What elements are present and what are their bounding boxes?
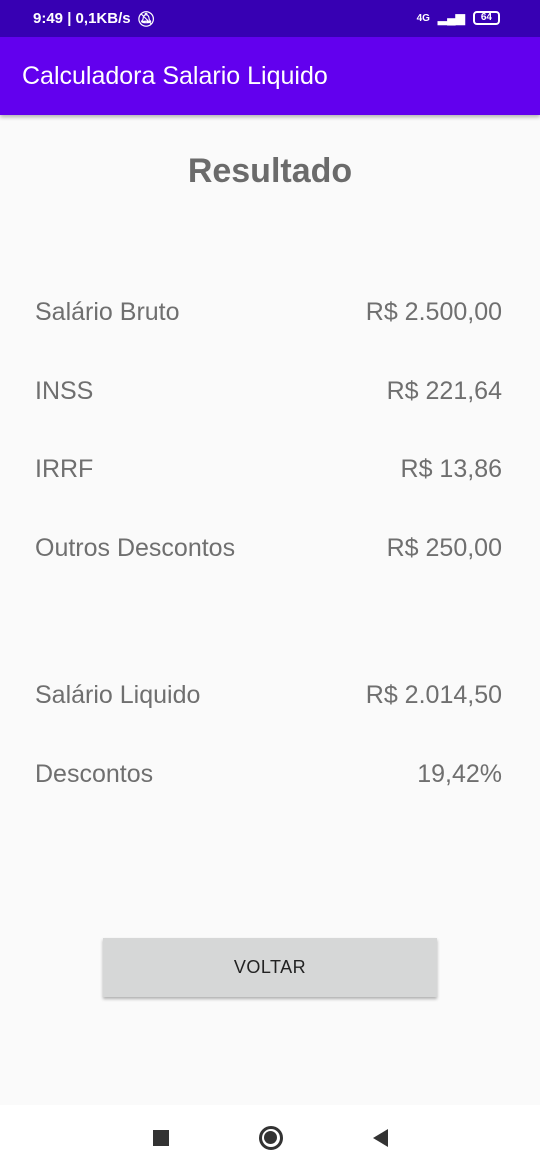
row-value: R$ 2.014,50 [365, 681, 502, 709]
back-button[interactable]: VOLTAR [103, 938, 437, 997]
recents-icon[interactable] [152, 1129, 169, 1146]
result-row-irrf: IRRF R$ 13,86 [35, 455, 502, 484]
row-label: IRRF [35, 455, 94, 483]
row-value: R$ 2.500,00 [365, 298, 502, 326]
result-row-descontos: Descontos 19,42% [35, 760, 502, 789]
result-row-salario-bruto: Salário Bruto R$ 2.500,00 [35, 298, 502, 327]
row-label: Descontos [35, 760, 154, 788]
mute-icon: 🔕︎ [136, 10, 156, 28]
row-value: 19,42% [417, 760, 502, 788]
back-icon[interactable] [372, 1128, 388, 1147]
status-time: 9:49 | 0,1KB/s [33, 10, 131, 27]
row-label: Salário Bruto [35, 298, 180, 326]
row-label: INSS [35, 377, 94, 405]
row-value: R$ 221,64 [386, 377, 502, 405]
row-label: Outros Descontos [35, 534, 236, 562]
home-icon[interactable] [258, 1125, 283, 1150]
navigation-bar [0, 1105, 540, 1170]
result-row-inss: INSS R$ 221,64 [35, 377, 502, 406]
app-title: Calculadora Salario Liquido [22, 61, 328, 90]
row-label: Salário Liquido [35, 681, 201, 709]
page-title: Resultado [187, 152, 353, 190]
row-value: R$ 13,86 [400, 455, 502, 483]
app-bar: Calculadora Salario Liquido [0, 37, 540, 115]
signal-icon: ▂▄▆ [437, 11, 465, 25]
row-value: R$ 250,00 [386, 534, 502, 562]
network-type: 4G [416, 12, 430, 24]
result-row-outros-descontos: Outros Descontos R$ 250,00 [35, 534, 502, 563]
result-row-salario-liquido: Salário Liquido R$ 2.014,50 [35, 681, 502, 710]
battery-icon: 64 [472, 11, 500, 25]
status-bar: 9:49 | 0,1KB/s 🔕︎ 4G ▂▄▆ 64 [0, 0, 540, 37]
